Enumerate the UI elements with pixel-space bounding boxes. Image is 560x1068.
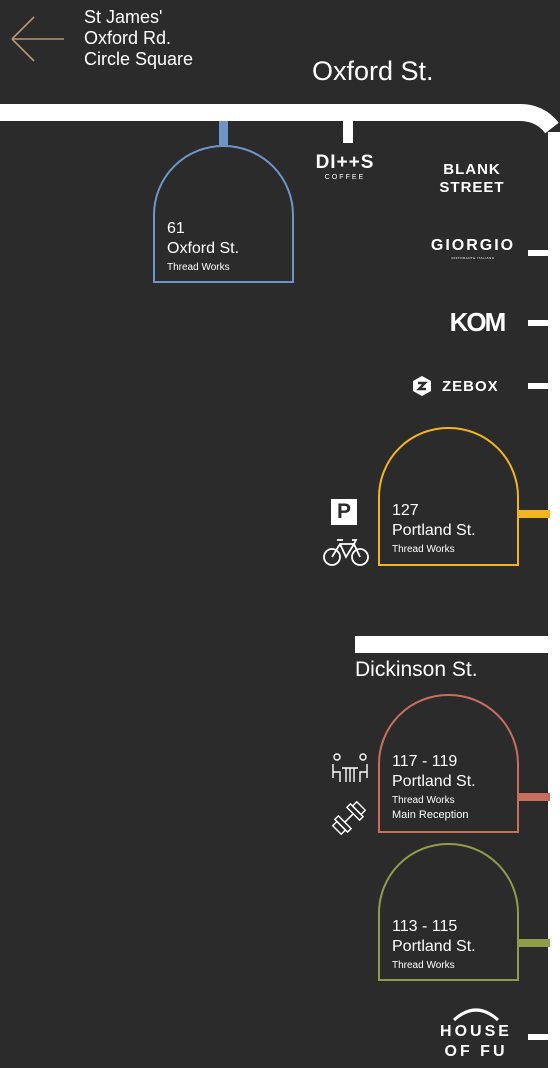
building-name: Thread Works [392,960,455,971]
nav-destinations[interactable]: St James' Oxford Rd. Circle Square [84,7,193,70]
blank-street-line1: BLANK [443,161,501,178]
house-of-fu-line2: OF FU [444,1043,508,1060]
giorgio-logo-text: GIORGIO [430,237,516,254]
building-127-portland-st[interactable]: 127 Portland St. Thread Works [378,427,519,566]
building-61-oxford-st[interactable]: 61 Oxford St. Thread Works [153,145,294,283]
house-of-fu-logo[interactable]: HOUSE OF FU [434,1000,518,1062]
building-number: 113 - 115 [392,918,458,935]
building-113-115-portland-st[interactable]: 113 - 115 Portland St. Thread Works [378,843,519,981]
back-arrow-button[interactable] [8,14,68,64]
house-of-fu-line1: HOUSE [440,1023,512,1040]
street-label-oxford: Oxford St. [312,56,434,86]
building-61-connector [219,121,228,145]
building-name: Thread Works [392,795,455,806]
ditto-coffee-logo[interactable]: DI++S COFFEE [305,153,385,183]
house-of-fu-connector [528,1034,550,1040]
road-portland-street [548,132,560,1068]
kom-logo[interactable]: KOM [440,307,514,337]
building-number: 61 [167,220,185,237]
building-name: Thread Works [167,262,230,273]
giorgio-logo-sub: RISTORANTE ITALIANO [451,256,495,260]
parking-icon: P [331,499,357,525]
building-127-connector [518,510,550,518]
building-number: 127 [392,502,419,519]
building-name: Thread Works [392,544,455,555]
arrow-left-icon [11,16,64,62]
building-street: Portland St. [392,938,476,955]
kom-logo-text: KOM [449,307,507,337]
nav-destination: Oxford Rd. [84,28,172,48]
nav-destination: St James' [84,7,163,27]
main-reception-label: Main Reception [392,809,469,821]
kom-connector [528,320,550,326]
road-dickinson-street [355,636,560,653]
building-number: 117 - 119 [392,753,458,770]
ditto-connector [343,121,353,143]
gym-icon [331,800,367,836]
building-117-119-portland-st[interactable]: 117 - 119 Portland St. Thread Works Main… [378,694,519,833]
giorgio-connector [528,250,550,256]
building-street: Oxford St. [167,240,240,257]
roof-icon [452,1008,500,1022]
ditto-logo-sub: COFFEE [324,174,366,181]
giorgio-logo[interactable]: GIORGIO RISTORANTE ITALIANO [430,237,516,261]
building-street: Portland St. [392,522,476,539]
building-113-connector [518,939,550,947]
blank-street-logo[interactable]: BLANK STREET [428,161,516,197]
bicycle-icon [323,539,369,566]
zebox-logo[interactable]: ZEBOX [410,374,518,398]
road-oxford-street [0,104,520,121]
ditto-logo-text: DI++S [315,152,375,173]
zebox-connector [528,383,550,389]
zebox-logo-text: ZEBOX [442,377,499,395]
zebox-mark-icon [413,376,431,396]
parking-letter: P [336,500,351,523]
blank-street-line2: STREET [439,179,505,196]
street-label-dickinson: Dickinson St. [355,658,478,681]
building-117-connector [518,793,550,801]
meeting-room-icon [332,753,368,782]
building-street: Portland St. [392,773,476,790]
nav-destination: Circle Square [84,49,194,69]
